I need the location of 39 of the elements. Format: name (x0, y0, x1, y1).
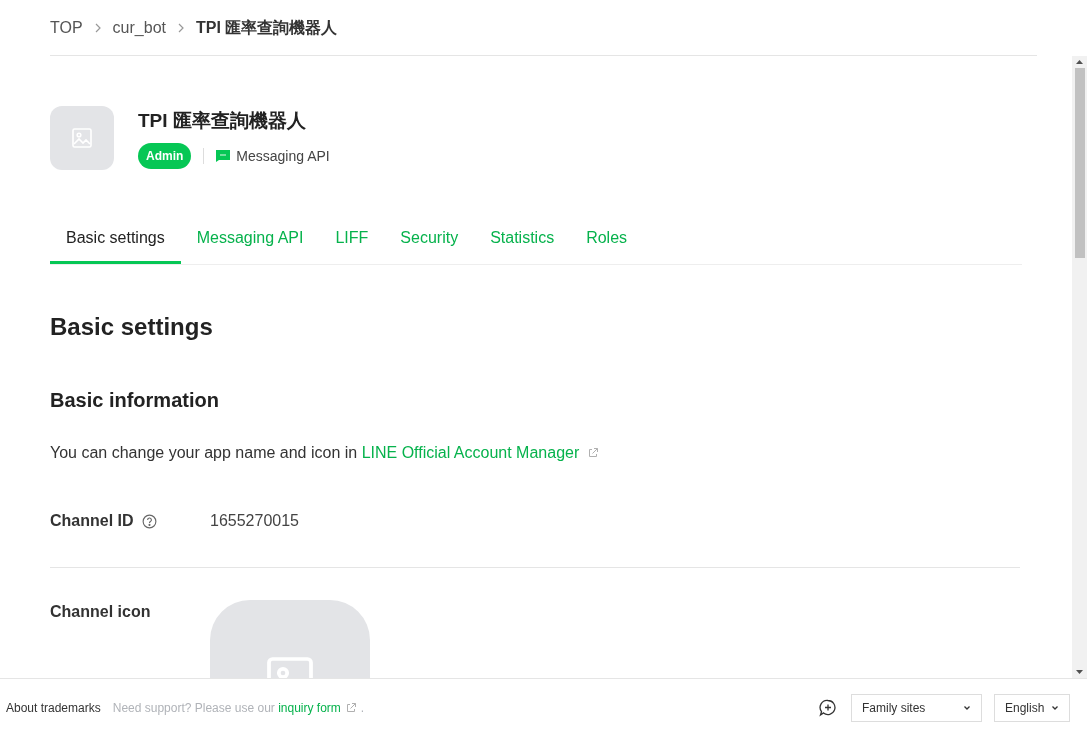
field-label: Channel icon (50, 602, 151, 622)
external-link-icon (587, 447, 600, 459)
support-text: Need support? Please use our inquiry form (112, 700, 341, 717)
tab[interactable]: Messaging API (180, 226, 320, 264)
breadcrumb-item[interactable]: cur_bot (112, 15, 166, 40)
help-icon[interactable] (141, 513, 157, 529)
tab[interactable]: Basic settings (50, 226, 181, 264)
role-badge: Admin (138, 143, 192, 170)
scrollbar[interactable] (1072, 56, 1087, 678)
dropdown[interactable]: English (994, 694, 1070, 722)
chat-icon (216, 150, 231, 163)
chevron-down-icon (963, 705, 971, 711)
info-text: You can change your app name and icon in LINE Official Account Manager (50, 443, 580, 463)
tab[interactable]: LIFF (319, 226, 385, 264)
add-comment-icon[interactable] (819, 699, 837, 717)
channel-type: Messaging API (236, 146, 330, 166)
chevron-right-icon (94, 22, 101, 33)
breadcrumb-item: TPI 匯率查詢機器人 (196, 17, 338, 38)
tab[interactable]: Statistics (474, 226, 571, 264)
chevron-right-icon (178, 22, 184, 33)
trademarks-link[interactable]: About trademarks (6, 699, 101, 717)
chevron-down-icon (1051, 705, 1059, 711)
channel-name: TPI 匯率查詢機器人 (138, 108, 307, 133)
page-title: Basic settings (50, 312, 214, 342)
support-suffix: . (360, 700, 365, 717)
account-manager-link[interactable]: LINE Official Account Manager (361, 444, 580, 461)
scrollbar-thumb[interactable] (1074, 68, 1085, 258)
image-icon (70, 126, 94, 150)
inquiry-form-link[interactable]: inquiry form (278, 701, 341, 715)
scroll-up-icon[interactable] (1076, 60, 1083, 64)
tab[interactable]: Roles (570, 226, 644, 264)
field-value: 1655270015 (210, 511, 299, 531)
dropdown[interactable]: Family sites (851, 694, 982, 722)
tab[interactable]: Security (384, 226, 475, 264)
field-label: Channel ID (50, 511, 134, 531)
scroll-down-icon[interactable] (1076, 670, 1083, 674)
breadcrumb-item[interactable]: TOP (50, 15, 83, 40)
section-title: Basic information (50, 388, 220, 413)
external-link-icon (344, 702, 357, 714)
